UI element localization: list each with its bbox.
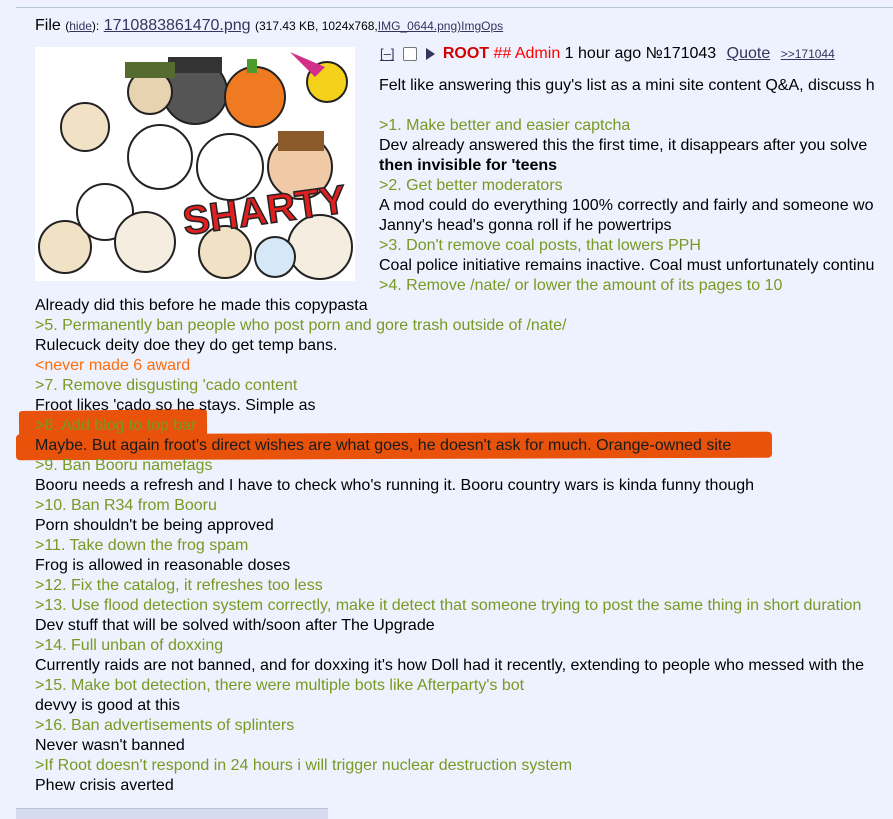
greentext-line: >13. Use flood detection system correctl… <box>35 597 862 614</box>
post-text-line: Currently raids are not banned, and for … <box>35 657 865 674</box>
greentext-line: >15. Make bot detection, there were mult… <box>35 677 525 694</box>
imgops-link[interactable]: ImgOps <box>461 19 503 33</box>
quote-link[interactable]: Quote <box>727 45 771 62</box>
wojak-face <box>60 102 110 152</box>
post-text-line: Dev stuff that will be solved with/soon … <box>35 617 435 634</box>
post-time: 1 hour ago <box>564 45 642 62</box>
post-text-line: Porn shouldn't be being approved <box>35 517 274 534</box>
greentext-line: >11. Take down the frog spam <box>35 537 249 554</box>
greentext-line: >If Root doesn't respond in 24 hours i w… <box>35 757 573 774</box>
greentext-line: >12. Fix the catalog, it refreshes too l… <box>35 577 323 594</box>
file-label: File <box>35 17 61 34</box>
post-text-line: then invisible for 'teens <box>379 157 558 174</box>
file-meta: (317.43 KB, 1024x768, <box>255 19 378 33</box>
greentext-line: >7. Remove disgusting 'cado content <box>35 377 298 394</box>
post-checkbox[interactable] <box>402 47 417 61</box>
post-text-line: A mod could do everything 100% correctly… <box>379 197 874 214</box>
reply-box-edge <box>16 808 328 819</box>
greentext-line: >1. Make better and easier captcha <box>379 117 631 134</box>
file-info: File (hide): 1710883861470.png (317.43 K… <box>35 17 503 35</box>
top-border <box>16 7 893 8</box>
post-text-line: Dev already answered this the first time… <box>379 137 868 154</box>
orange-face <box>224 66 286 128</box>
cat-face <box>254 236 296 278</box>
backlink[interactable]: >>171044 <box>781 47 835 61</box>
original-filename-link[interactable]: IMG_0644.png) <box>378 19 461 33</box>
post-menu-arrow-icon[interactable] <box>426 48 436 60</box>
post-text-line: Coal police initiative remains inactive.… <box>379 257 875 274</box>
hat <box>168 57 222 73</box>
orangetext-line: <never made 6 award <box>35 357 191 374</box>
hair <box>278 131 324 151</box>
wojak-face <box>127 124 193 190</box>
greentext-line: >8. Add blog to top bar <box>35 417 197 434</box>
stem <box>247 59 257 73</box>
wojak-face <box>114 211 176 273</box>
post-text-line: Froot likes 'cado so he stays. Simple as <box>35 397 316 414</box>
post-text-line: Never wasn't banned <box>35 737 185 754</box>
post-number[interactable]: №171043 <box>646 45 717 62</box>
poster-name: ROOT <box>442 45 490 62</box>
hide-file-link[interactable]: (hide): <box>65 19 99 33</box>
greentext-line: >4. Remove /nate/ or lower the amount of… <box>379 277 783 294</box>
post-text-line: Rulecuck deity doe they do get temp bans… <box>35 337 338 354</box>
greentext-line: >2. Get better moderators <box>379 177 563 194</box>
hide-link[interactable]: hide <box>69 19 92 33</box>
post-thumbnail[interactable]: SHARTY <box>35 47 355 281</box>
greentext-line: >3. Don't remove coal posts, that lowers… <box>379 237 701 254</box>
post-text-line: devvy is good at this <box>35 697 180 714</box>
post-text-line: Phew crisis averted <box>35 777 174 794</box>
greentext-line: >10. Ban R34 from Booru <box>35 497 217 514</box>
greentext-line: >16. Ban advertisements of splinters <box>35 717 295 734</box>
post-text-line: Already did this before he made this cop… <box>35 297 368 314</box>
greentext-line: >5. Permanently ban people who post porn… <box>35 317 567 334</box>
file-name-link[interactable]: 1710883861470.png <box>104 17 251 34</box>
post-info: [–] ROOT ## Admin 1 hour ago №171043 Quo… <box>380 45 835 63</box>
greentext-line: >14. Full unban of doxxing <box>35 637 224 654</box>
post-text-line: Felt like answering this guy's list as a… <box>379 77 875 94</box>
hide-post-button[interactable]: [–] <box>380 47 395 61</box>
post-text-line: Booru needs a refresh and I have to chec… <box>35 477 755 494</box>
post-text-line: Janny's head's gonna roll if he powertri… <box>379 217 672 234</box>
post-text-line: Maybe. But again froot's direct wishes a… <box>35 437 732 454</box>
post-text-line: Frog is allowed in reasonable doses <box>35 557 291 574</box>
greentext-line: >9. Ban Booru namefags <box>35 457 213 474</box>
capcode: ## Admin <box>493 45 561 62</box>
military-hat <box>125 62 175 78</box>
